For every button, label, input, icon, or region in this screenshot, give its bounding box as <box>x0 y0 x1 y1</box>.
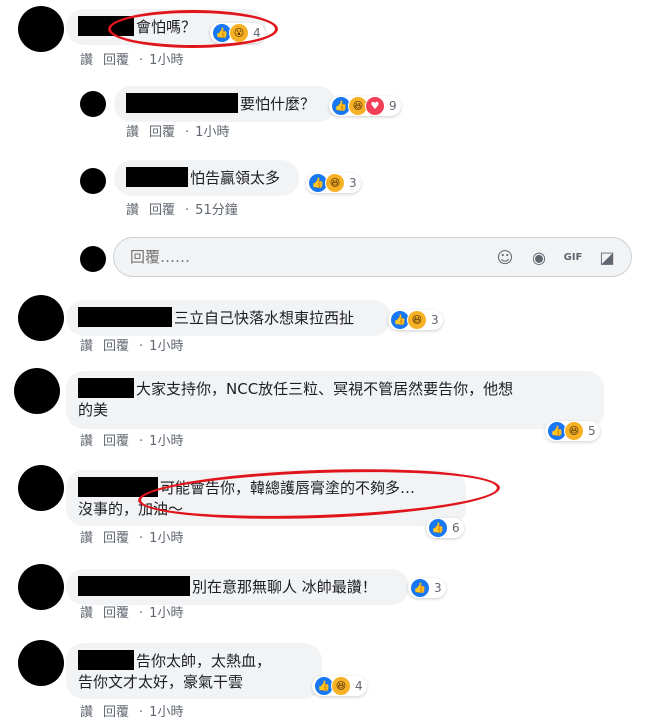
like-link[interactable]: 讚 <box>126 203 139 218</box>
like-link[interactable]: 讚 <box>126 125 139 140</box>
comment-text: 要怕什麼？ <box>240 95 316 113</box>
reaction-count: 3 <box>349 176 357 190</box>
comment-text: 三立自己快落水想東拉西扯 <box>174 309 355 327</box>
avatar[interactable] <box>18 295 64 341</box>
comment-text: 會怕嗎？ <box>136 18 197 36</box>
timestamp[interactable]: 1小時 <box>195 125 229 140</box>
reply-link[interactable]: 回覆 <box>103 531 129 546</box>
reply-link[interactable]: 回覆 <box>103 53 129 68</box>
reaction-summary[interactable]: 👍 😆 3 <box>306 173 361 193</box>
like-link[interactable]: 讚 <box>80 531 93 546</box>
like-link[interactable]: 讚 <box>80 705 93 720</box>
comment-actions: 讚回覆 · 1小時 <box>80 53 184 68</box>
emoji-icon[interactable]: ☺ <box>494 247 516 269</box>
reaction-count: 6 <box>452 521 460 535</box>
avatar[interactable] <box>18 465 64 511</box>
timestamp[interactable]: 51分鐘 <box>195 203 238 218</box>
reaction-count: 9 <box>389 99 397 113</box>
camera-icon[interactable]: ◉ <box>528 247 550 269</box>
comment-text: 別在意那無聊人 冰帥最讚！ <box>192 578 377 596</box>
redacted-name <box>78 477 158 497</box>
comment-actions: 讚回覆 · 1小時 <box>80 705 184 720</box>
reaction-count: 4 <box>253 26 261 40</box>
reply-link[interactable]: 回覆 <box>149 125 175 140</box>
comment-bubble: 要怕什麼？ <box>114 86 336 122</box>
comment-actions: 讚回覆 · 1小時 <box>80 531 184 546</box>
reply-link[interactable]: 回覆 <box>103 434 129 449</box>
comment-actions: 讚回覆 · 1小時 <box>80 606 184 621</box>
reply-link[interactable]: 回覆 <box>103 606 129 621</box>
comment-text-line2: 的美 <box>78 401 109 419</box>
comment-actions: 讚回覆 · 51分鐘 <box>126 203 238 218</box>
haha-reaction-icon: 😆 <box>564 421 584 441</box>
redacted-name <box>78 576 190 596</box>
reply-link[interactable]: 回覆 <box>103 339 129 354</box>
comment-text-line2: 沒事的，加油～ <box>78 500 184 518</box>
timestamp[interactable]: 1小時 <box>149 606 183 621</box>
reply-link[interactable]: 回覆 <box>149 203 175 218</box>
comment-bubble: 別在意那無聊人 冰帥最讚！ <box>66 569 409 605</box>
reaction-summary[interactable]: 👍 😆 5 <box>545 421 600 441</box>
reply-input[interactable] <box>128 247 432 267</box>
reaction-summary[interactable]: 👍 😆 ♥ 9 <box>329 96 401 116</box>
like-link[interactable]: 讚 <box>80 53 93 68</box>
timestamp[interactable]: 1小時 <box>149 434 183 449</box>
redacted-name <box>126 167 188 187</box>
avatar <box>80 246 106 272</box>
like-reaction-icon: 👍 <box>410 578 430 598</box>
reaction-summary[interactable]: 👍 😮 4 <box>210 23 265 43</box>
comment-bubble: 三立自己快落水想東拉西扯 <box>66 300 391 336</box>
comment-text-line1: 大家支持你，NCC放任三粒、冥視不管居然要告你，他想 <box>136 380 514 398</box>
redacted-name <box>78 650 134 670</box>
reaction-count: 4 <box>355 679 363 693</box>
redacted-name <box>126 93 238 113</box>
avatar[interactable] <box>18 6 64 52</box>
comment-text-line1: 告你太帥，太熱血， <box>136 652 272 670</box>
avatar[interactable] <box>18 564 64 610</box>
haha-reaction-icon: 😆 <box>407 310 427 330</box>
reaction-summary[interactable]: 👍 6 <box>426 518 464 538</box>
reaction-count: 3 <box>434 581 442 595</box>
timestamp[interactable]: 1小時 <box>149 705 183 720</box>
like-reaction-icon: 👍 <box>428 518 448 538</box>
haha-reaction-icon: 😆 <box>331 676 351 696</box>
avatar[interactable] <box>80 168 106 194</box>
like-link[interactable]: 讚 <box>80 606 93 621</box>
comment-text-line1: 可能會告你，韓總護唇膏塗的不夠多… <box>160 479 416 497</box>
comment-actions: 讚回覆 · 1小時 <box>80 434 184 449</box>
sticker-icon[interactable]: ◪ <box>596 247 618 269</box>
comment-bubble: 大家支持你，NCC放任三粒、冥視不管居然要告你，他想的美 <box>66 371 604 429</box>
reply-box[interactable]: ☺ ◉ GIF ◪ <box>113 237 632 277</box>
reaction-summary[interactable]: 👍 😆 4 <box>312 676 367 696</box>
avatar[interactable] <box>80 91 106 117</box>
redacted-name <box>78 378 134 398</box>
comment-text: 怕告贏領太多 <box>190 169 281 187</box>
comment-actions: 讚回覆 · 1小時 <box>80 339 184 354</box>
reaction-summary[interactable]: 👍 😆 3 <box>388 310 443 330</box>
avatar[interactable] <box>18 640 64 686</box>
like-link[interactable]: 讚 <box>80 339 93 354</box>
comment-bubble: 可能會告你，韓總護唇膏塗的不夠多… 沒事的，加油～ <box>66 470 466 526</box>
like-link[interactable]: 讚 <box>80 434 93 449</box>
avatar[interactable] <box>14 368 60 414</box>
comment-actions: 讚回覆 · 1小時 <box>126 125 230 140</box>
timestamp[interactable]: 1小時 <box>149 53 183 68</box>
redacted-name <box>78 16 134 36</box>
comment-bubble: 怕告贏領太多 <box>114 160 299 196</box>
timestamp[interactable]: 1小時 <box>149 531 183 546</box>
comment-bubble: 告你太帥，太熱血， 告你文才太好，豪氣干雲 <box>66 643 322 699</box>
love-reaction-icon: ♥ <box>365 96 385 116</box>
reaction-count: 5 <box>588 424 596 438</box>
reaction-summary[interactable]: 👍 3 <box>408 578 446 598</box>
haha-reaction-icon: 😆 <box>325 173 345 193</box>
wow-reaction-icon: 😮 <box>229 23 249 43</box>
gif-icon[interactable]: GIF <box>562 247 584 269</box>
reaction-count: 3 <box>431 313 439 327</box>
redacted-name <box>78 307 172 327</box>
timestamp[interactable]: 1小時 <box>149 339 183 354</box>
reply-link[interactable]: 回覆 <box>103 705 129 720</box>
comment-text-line2: 告你文才太好，豪氣干雲 <box>78 673 244 691</box>
